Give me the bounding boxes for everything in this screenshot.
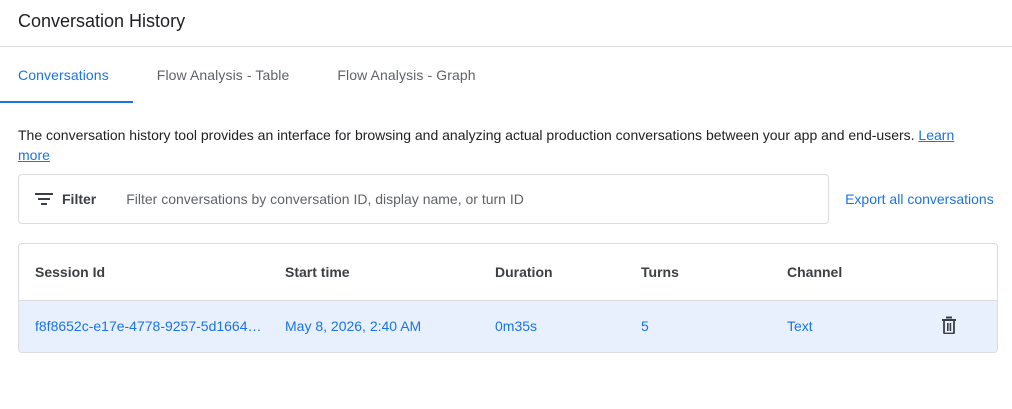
filter-box[interactable]: Filter bbox=[18, 174, 829, 224]
export-all-conversations-button[interactable]: Export all conversations bbox=[845, 190, 994, 208]
conversations-table: Session Id Start time Duration Turns Cha… bbox=[18, 243, 998, 353]
description-text: The conversation history tool provides a… bbox=[18, 127, 915, 143]
tab-flow-analysis-graph[interactable]: Flow Analysis - Graph bbox=[313, 47, 499, 103]
cell-turns[interactable]: 5 bbox=[625, 300, 771, 352]
tab-bar: Conversations Flow Analysis - Table Flow… bbox=[0, 47, 1012, 103]
cell-actions bbox=[901, 300, 997, 352]
filter-input[interactable] bbox=[126, 191, 828, 207]
filter-row: Filter Export all conversations bbox=[0, 165, 1012, 224]
filter-list-icon[interactable] bbox=[35, 192, 53, 206]
cell-duration[interactable]: 0m35s bbox=[479, 300, 625, 352]
column-header-channel[interactable]: Channel bbox=[771, 244, 901, 301]
description: The conversation history tool provides a… bbox=[0, 103, 1000, 165]
tab-conversations[interactable]: Conversations bbox=[0, 47, 133, 103]
table-header-row: Session Id Start time Duration Turns Cha… bbox=[19, 244, 997, 301]
delete-icon[interactable] bbox=[941, 316, 957, 335]
column-header-duration[interactable]: Duration bbox=[479, 244, 625, 301]
column-header-actions bbox=[901, 244, 997, 301]
column-header-turns[interactable]: Turns bbox=[625, 244, 771, 301]
cell-session-id[interactable]: f8f8652c-e17e-4778-9257-5d1664… bbox=[19, 300, 269, 352]
column-header-session-id[interactable]: Session Id bbox=[19, 244, 269, 301]
cell-channel[interactable]: Text bbox=[771, 300, 901, 352]
table-row[interactable]: f8f8652c-e17e-4778-9257-5d1664… May 8, 2… bbox=[19, 300, 997, 352]
cell-start-time[interactable]: May 8, 2026, 2:40 AM bbox=[269, 300, 479, 352]
page-header: Conversation History bbox=[0, 0, 1012, 47]
column-header-start-time[interactable]: Start time bbox=[269, 244, 479, 301]
page-title: Conversation History bbox=[18, 11, 186, 31]
filter-label[interactable]: Filter bbox=[62, 191, 96, 207]
tab-flow-analysis-table[interactable]: Flow Analysis - Table bbox=[133, 47, 314, 103]
